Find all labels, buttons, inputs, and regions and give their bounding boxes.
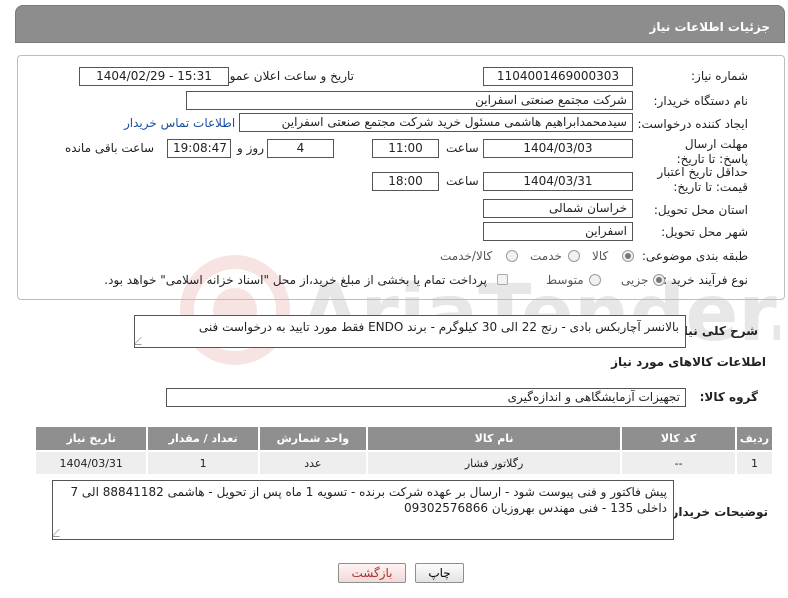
price-validity-label: حداقل تاریخ اعتبار قیمت: تا تاریخ: (657, 165, 748, 194)
goods-section-title: اطلاعات کالاهای مورد نیاز (611, 355, 766, 369)
buyer-contact-link[interactable]: اطلاعات تماس خریدار (124, 116, 235, 130)
goods-group-field: تجهیزات آزمایشگاهی و اندازه‌گیری (166, 388, 686, 407)
remaining-time-label: ساعت باقی مانده (65, 141, 155, 155)
col-header-row-number: ردیف (734, 425, 775, 452)
goods-table-header-row: ردیف کد کالا نام کالا واحد شمارش تعداد /… (33, 425, 775, 452)
remaining-days-field: 4 (267, 139, 334, 158)
resize-grip-icon[interactable] (53, 529, 67, 537)
col-header-unit: واحد شمارش (257, 425, 368, 452)
treasury-payment-note: پرداخت تمام یا بخشی از مبلغ خرید،از محل … (104, 273, 487, 287)
reply-deadline-time-field: 11:00 (372, 139, 439, 158)
print-button[interactable]: چاپ (415, 563, 464, 583)
price-validity-time-label: ساعت (446, 174, 479, 188)
resize-grip-icon[interactable] (135, 337, 149, 345)
col-header-item-name: نام کالا (365, 425, 623, 452)
col-header-item-code: کد کالا (620, 425, 737, 452)
category-goods-label: کالا (592, 249, 609, 263)
category-goods-service-radio[interactable] (506, 250, 518, 262)
cell-quantity: 1 (146, 450, 260, 476)
price-validity-date-field: 1404/03/31 (483, 172, 633, 191)
category-goods-service-label: کالا/خدمت (440, 249, 493, 263)
goods-group-label: گروه کالا: (699, 390, 758, 404)
process-type-label: نوع فرآیند خرید : (663, 273, 748, 287)
buyer-notes-field: پیش فاکتور و فنی پیوست شود - ارسال بر عه… (52, 480, 674, 540)
reply-deadline-time-label: ساعت (446, 141, 479, 155)
buyer-org-field: شرکت مجتمع صنعتی اسفراین (186, 91, 633, 110)
category-goods-radio[interactable] (622, 250, 634, 262)
remaining-time-field: 19:08:47 (167, 139, 231, 158)
cell-need-date: 1404/03/31 (33, 450, 149, 476)
delivery-province-field: خراسان شمالی (483, 199, 633, 218)
back-button[interactable]: بازگشت (338, 563, 406, 583)
buyer-notes-label: توضیحات خریدار: (666, 505, 768, 519)
requester-label: ایجاد کننده درخواست: (637, 117, 748, 131)
col-header-need-date: تاریخ نیاز (33, 425, 149, 452)
requester-field: سیدمحمدابراهیم هاشمی مسئول خرید شرکت مجت… (239, 113, 633, 132)
page-title: جزئیات اطلاعات نیاز (649, 20, 770, 34)
process-small-radio[interactable] (653, 274, 665, 286)
category-label: طبقه بندی موضوعی: (641, 249, 748, 263)
announce-datetime-label: تاریخ و ساعت اعلان عمومی: (209, 69, 354, 83)
reply-deadline-date-field: 1404/03/03 (483, 139, 633, 158)
cell-item-code: -- (620, 450, 737, 476)
treasury-payment-checkbox[interactable] (497, 274, 508, 285)
announce-datetime-field: 1404/02/29 - 15:31 (79, 67, 229, 86)
page-header: جزئیات اطلاعات نیاز (15, 5, 785, 43)
remaining-days-label: روز و (237, 141, 264, 155)
cell-item-name: رگلاتور فشار (365, 450, 623, 476)
need-number-label: شماره نیاز: (691, 69, 748, 83)
buyer-notes-text: پیش فاکتور و فنی پیوست شود - ارسال بر عه… (70, 485, 667, 515)
cell-unit: عدد (257, 450, 368, 476)
col-header-quantity: تعداد / مقدار (146, 425, 260, 452)
general-description-text: بالانسر آچاربکس بادی - رنج 22 الی 30 کیل… (198, 320, 679, 334)
table-row: 1 -- رگلاتور فشار عدد 1 1404/03/31 (33, 450, 775, 476)
cell-row-number: 1 (734, 450, 775, 476)
process-medium-label: متوسط (546, 273, 584, 287)
general-description-field: بالانسر آچاربکس بادی - رنج 22 الی 30 کیل… (134, 315, 686, 348)
category-service-label: خدمت (530, 249, 562, 263)
goods-table: ردیف کد کالا نام کالا واحد شمارش تعداد /… (33, 425, 775, 476)
process-small-label: جزیی (621, 273, 649, 287)
buyer-org-label: نام دستگاه خریدار: (653, 94, 749, 108)
delivery-city-field: اسفراین (483, 222, 633, 241)
reply-deadline-label: مهلت ارسال پاسخ: تا تاریخ: (676, 137, 748, 166)
need-number-field: 1104001469000303 (483, 67, 633, 86)
delivery-city-label: شهر محل تحویل: (661, 225, 748, 239)
price-validity-time-field: 18:00 (372, 172, 439, 191)
category-service-radio[interactable] (568, 250, 580, 262)
process-medium-radio[interactable] (589, 274, 601, 286)
delivery-province-label: استان محل تحویل: (653, 203, 748, 217)
